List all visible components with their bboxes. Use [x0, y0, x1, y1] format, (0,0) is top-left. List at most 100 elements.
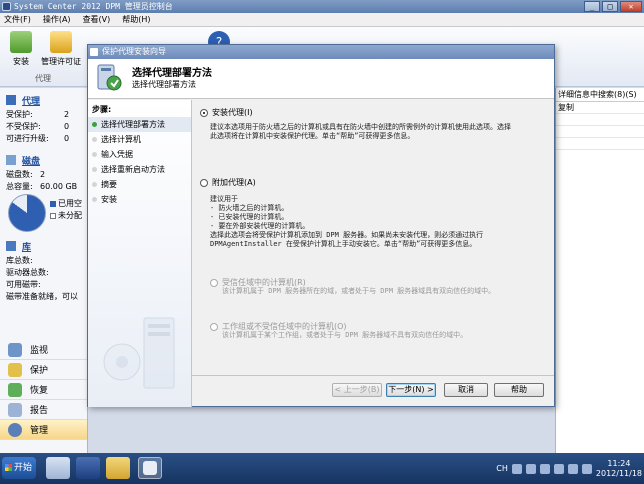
ribbon-group-label: 代理 — [35, 74, 51, 83]
agents-section-header[interactable]: 代理 — [0, 92, 87, 108]
license-icon — [50, 31, 72, 53]
wizard-watermark-icon — [103, 317, 175, 389]
system-tray: CH 11:24 2012/11/18 — [472, 456, 642, 481]
app-icon — [2, 2, 11, 11]
dialog-header-title: 选择代理部署方法 — [132, 68, 212, 79]
current-step-dot-icon — [92, 122, 97, 127]
library-section-header[interactable]: 库 — [0, 238, 87, 254]
install-agent-radio[interactable] — [200, 108, 208, 117]
legend-unallocated: 未分配 — [50, 210, 82, 221]
wizard-steps-panel: 步骤: 选择代理部署方法 选择计算机 输入凭据 选择重新启动方法 摘要 安装 — [88, 100, 192, 407]
available-tapes: 可用磁带: — [6, 279, 41, 289]
attach-agent-description: 建议用于 - 防火墙之后的计算机。 - 已安装代理的计算机。 - 要在外部安装代… — [210, 195, 310, 230]
step-dot-icon — [92, 167, 97, 172]
disk-capacity: 总容量: 60.00 GB — [6, 181, 78, 191]
nav-buttons: 监视 保护 恢复 报告 管理 — [0, 340, 87, 440]
dpm-console-taskbar-icon[interactable] — [138, 457, 162, 479]
install-button[interactable]: 安装 — [8, 31, 34, 67]
tray-settings-icon[interactable] — [539, 463, 550, 474]
drive-count: 驱动器总数: — [6, 267, 49, 277]
details-row — [556, 138, 644, 150]
menu-view[interactable]: 查看(V) — [83, 14, 111, 25]
dialog-header-subtitle: 选择代理部署方法 — [132, 80, 196, 89]
agents-upgradable: 可进行升级: 0 — [6, 133, 70, 143]
trusted-domain-description: 该计算机属于 DPM 服务器所在的域，或者处于与 DPM 服务器域具有双向信任的… — [222, 287, 496, 295]
step-install: 安装 — [88, 192, 191, 207]
step-dot-icon — [92, 152, 97, 157]
clock-time: 11:24 — [607, 458, 631, 468]
close-button[interactable]: ✕ — [620, 1, 642, 12]
workgroup-radio[interactable] — [210, 322, 218, 331]
gear-icon — [8, 422, 22, 437]
help-button[interactable]: 帮助 — [494, 383, 544, 397]
legend-used: 已用空 — [50, 198, 82, 209]
attach-agent-note: 选择此选项会将受保护计算机添加到 DPM 服务器。如果尚未安装代理，则必须通过执… — [210, 231, 484, 248]
left-navigation-pane: 代理 受保护: 2 不受保护: 0 可进行升级: 0 磁盘 磁盘数: 2 总容量: 60.… — [0, 88, 88, 453]
next-button[interactable]: 下一步(N) > — [386, 383, 436, 397]
explorer-folder-icon[interactable] — [106, 457, 130, 479]
manage-license-button[interactable]: 管理许可证 — [38, 31, 84, 67]
report-icon — [8, 402, 22, 417]
disk-pie-chart — [8, 194, 46, 232]
nav-recovery[interactable]: 恢复 — [0, 380, 87, 400]
dialog-title: 保护代理安装向导 — [102, 47, 166, 56]
attach-agent-option[interactable]: 附加代理(A) — [200, 177, 256, 188]
menu-action[interactable]: 操作(A) — [43, 14, 71, 25]
clock[interactable]: 11:24 2012/11/18 — [596, 459, 642, 479]
menu-file[interactable]: 文件(F) — [4, 14, 31, 25]
flag-icon[interactable] — [553, 463, 564, 474]
workgroup-description: 该计算机属于某个工作组，或者处于与 DPM 服务器域不具有双向信任的域中。 — [222, 331, 468, 339]
agents-protected: 受保护: 2 — [6, 109, 70, 119]
network-icon[interactable] — [567, 463, 578, 474]
library-icon — [6, 241, 16, 251]
nav-management[interactable]: 管理 — [0, 420, 87, 440]
button-separator — [192, 375, 554, 376]
disks-section-header[interactable]: 磁盘 — [0, 152, 87, 168]
clock-date: 2012/11/18 — [595, 468, 642, 478]
cancel-button[interactable]: 取消 — [444, 383, 488, 397]
language-indicator[interactable]: CH — [496, 464, 508, 473]
window-title-bar[interactable]: System Center 2012 DPM 管理员控制台 _ □ ✕ — [0, 0, 644, 13]
install-agent-option[interactable]: 安装代理(I) — [200, 107, 253, 118]
attach-agent-radio[interactable] — [200, 178, 208, 187]
tapes-ready: 磁带准备就绪，可以 — [6, 291, 78, 301]
menu-bar: 文件(F) 操作(A) 查看(V) 帮助(H) — [0, 13, 644, 27]
wizard-icon — [90, 48, 98, 56]
details-search-link[interactable]: 详细信息中搜索(8)(S) — [556, 88, 644, 102]
wizard-content: 安装代理(I) 建议本选项用于防火墙之后的计算机或具有在防火墙中创建的所需例外的… — [200, 105, 550, 373]
volume-icon[interactable] — [581, 463, 592, 474]
trusted-domain-radio[interactable] — [210, 278, 218, 287]
nav-monitor[interactable]: 监视 — [0, 340, 87, 360]
nav-protection[interactable]: 保护 — [0, 360, 87, 380]
menu-help[interactable]: 帮助(H) — [122, 14, 150, 25]
taskbar: 开始 CH 11:24 2012/11/18 — [0, 453, 644, 484]
install-icon — [10, 31, 32, 53]
details-pane: 详细信息中搜索(8)(S) 复制 — [555, 88, 644, 453]
step-restart-method: 选择重新启动方法 — [88, 162, 191, 177]
details-row — [556, 114, 644, 126]
details-row — [556, 126, 644, 138]
start-button[interactable]: 开始 — [2, 457, 36, 479]
agents-unprotected: 不受保护: 0 — [6, 121, 70, 131]
agent-deploy-icon — [97, 64, 122, 91]
keyboard-icon[interactable] — [511, 463, 522, 474]
minimize-button[interactable]: _ — [584, 1, 600, 12]
maximize-button[interactable]: □ — [602, 1, 618, 12]
disk-usage-chart: 已用空 未分配 — [0, 192, 87, 232]
window-title: System Center 2012 DPM 管理员控制台 — [14, 2, 173, 11]
nav-reporting[interactable]: 报告 — [0, 400, 87, 420]
powershell-icon[interactable] — [76, 457, 100, 479]
step-select-method: 选择代理部署方法 — [88, 117, 191, 132]
step-summary: 摘要 — [88, 177, 191, 192]
server-manager-icon[interactable] — [46, 457, 70, 479]
install-agent-description: 建议本选项用于防火墙之后的计算机或具有在防火墙中创建的所需例外的计算机使用此选项… — [210, 123, 511, 140]
back-button[interactable]: < 上一步(B) — [332, 383, 382, 397]
step-select-computers: 选择计算机 — [88, 132, 191, 147]
tray-help-icon[interactable] — [525, 463, 536, 474]
step-dot-icon — [92, 197, 97, 202]
dialog-header: 选择代理部署方法 选择代理部署方法 — [88, 59, 554, 99]
step-dot-icon — [92, 137, 97, 142]
steps-label: 步骤: — [92, 105, 112, 114]
recovery-icon — [8, 382, 22, 397]
dialog-title-bar[interactable]: 保护代理安装向导 — [88, 45, 554, 59]
